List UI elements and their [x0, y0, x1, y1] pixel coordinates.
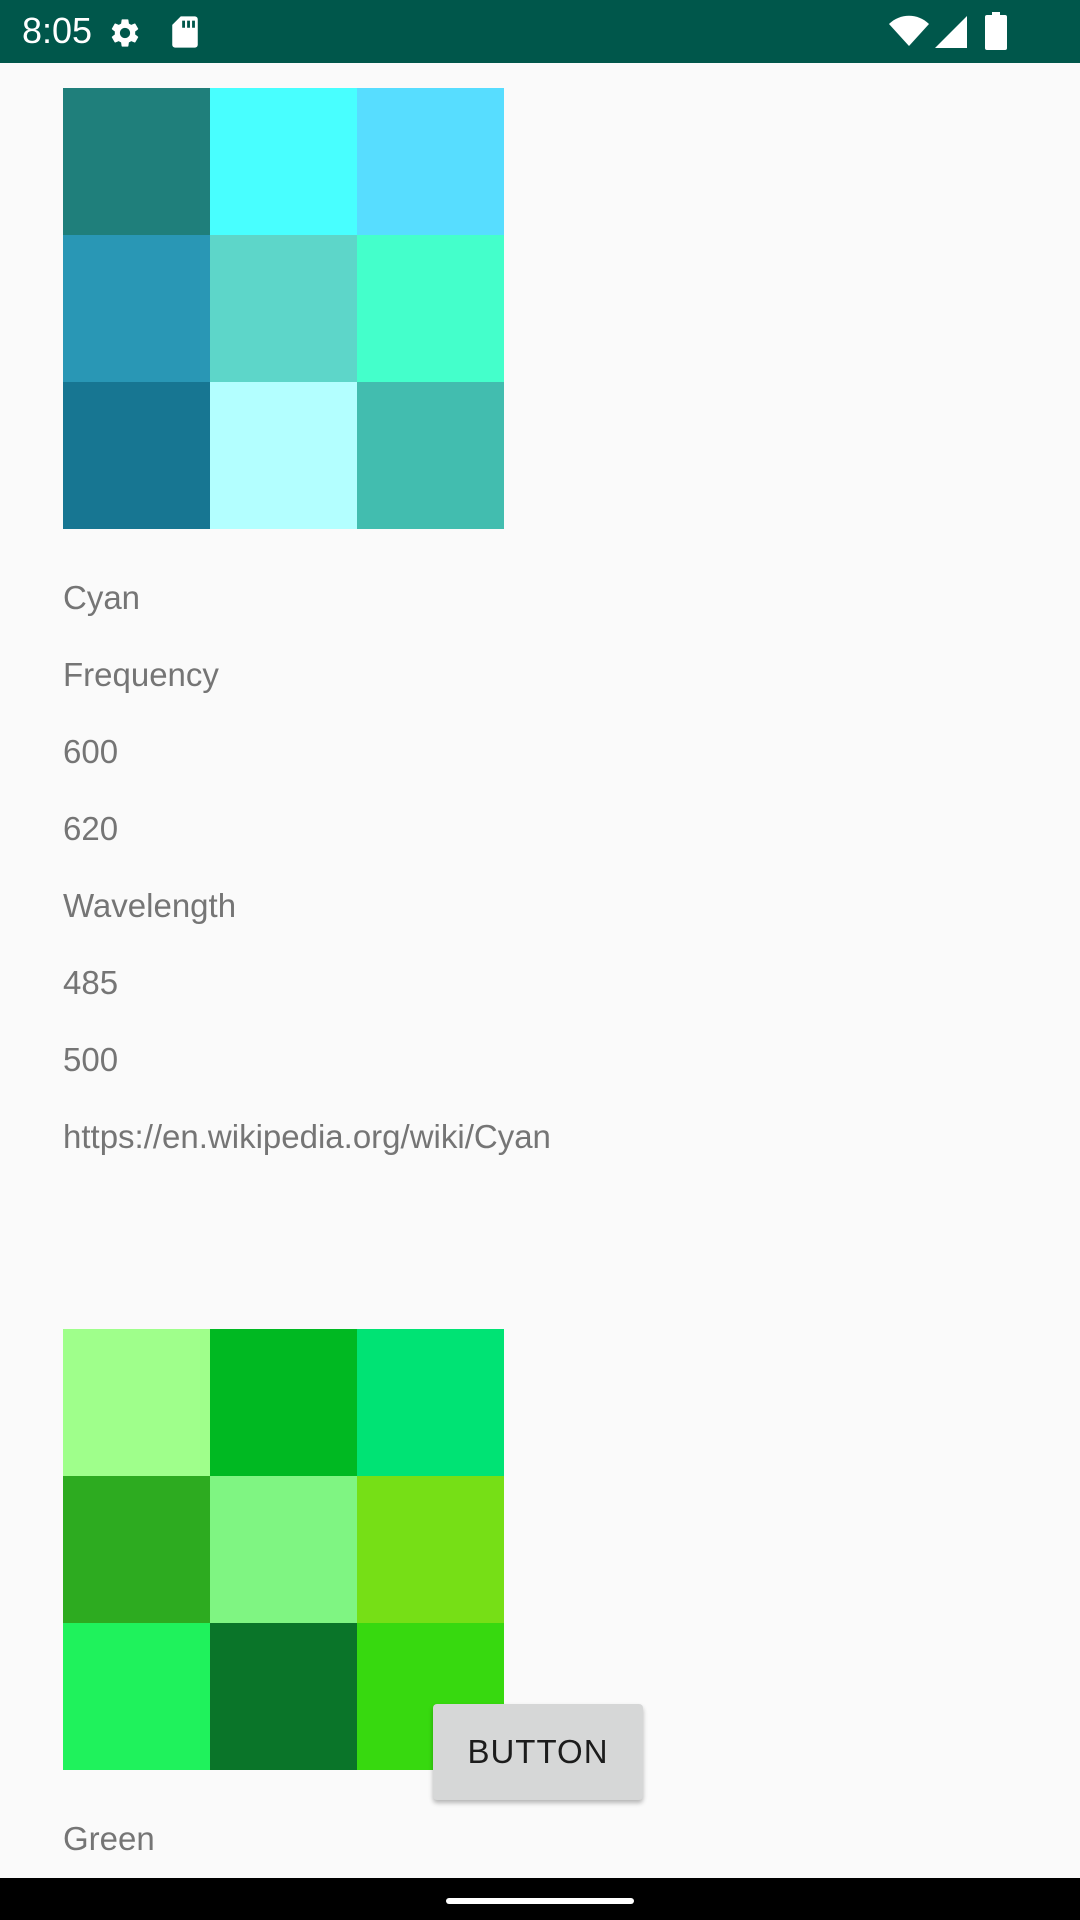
- battery-icon: [985, 12, 1007, 50]
- color-swatch: [210, 1476, 357, 1623]
- color-name-label: Cyan: [63, 579, 141, 616]
- frequency-max-value: 620: [63, 810, 119, 847]
- status-bar: 8:05: [0, 0, 1080, 63]
- status-time: 8:05: [22, 10, 93, 51]
- color-swatch: [210, 1329, 357, 1476]
- color-swatch: [210, 235, 357, 382]
- color-swatch: [357, 1329, 504, 1476]
- settings-icon: [111, 19, 139, 47]
- color-swatch: [357, 382, 504, 529]
- color-swatch: [357, 235, 504, 382]
- wifi-icon: [889, 15, 929, 46]
- home-gesture-handle[interactable]: [446, 1898, 634, 1904]
- color-swatch: [210, 1623, 357, 1770]
- color-swatch: [357, 1476, 504, 1623]
- color-swatch: [63, 1329, 210, 1476]
- color-swatch: [357, 88, 504, 235]
- color-name-label: Green: [63, 1820, 155, 1857]
- sd-card-icon: [172, 16, 198, 48]
- frequency-heading: Frequency: [63, 656, 219, 693]
- frequency-min-value: 600: [63, 733, 119, 770]
- wavelength-min-value: 485: [63, 964, 119, 1001]
- wavelength-heading: Wavelength: [63, 887, 237, 924]
- color-swatch: [210, 88, 357, 235]
- color-swatch: [63, 1623, 210, 1770]
- wikipedia-link-text: https://en.wikipedia.org/wiki/Cyan: [63, 1118, 551, 1155]
- color-swatch: [210, 382, 357, 529]
- cyan-swatch-grid: [63, 88, 504, 529]
- color-swatch: [63, 235, 210, 382]
- scroll-content[interactable]: Cyan Frequency 600 620 Wavelength 485 50…: [0, 63, 1080, 1878]
- signal-icon: [935, 16, 967, 48]
- color-swatch: [63, 88, 210, 235]
- action-button[interactable]: BUTTON: [433, 1704, 643, 1800]
- wavelength-max-value: 500: [63, 1041, 119, 1078]
- color-swatch: [63, 1476, 210, 1623]
- navigation-bar: [0, 1878, 1080, 1920]
- color-swatch: [63, 382, 210, 529]
